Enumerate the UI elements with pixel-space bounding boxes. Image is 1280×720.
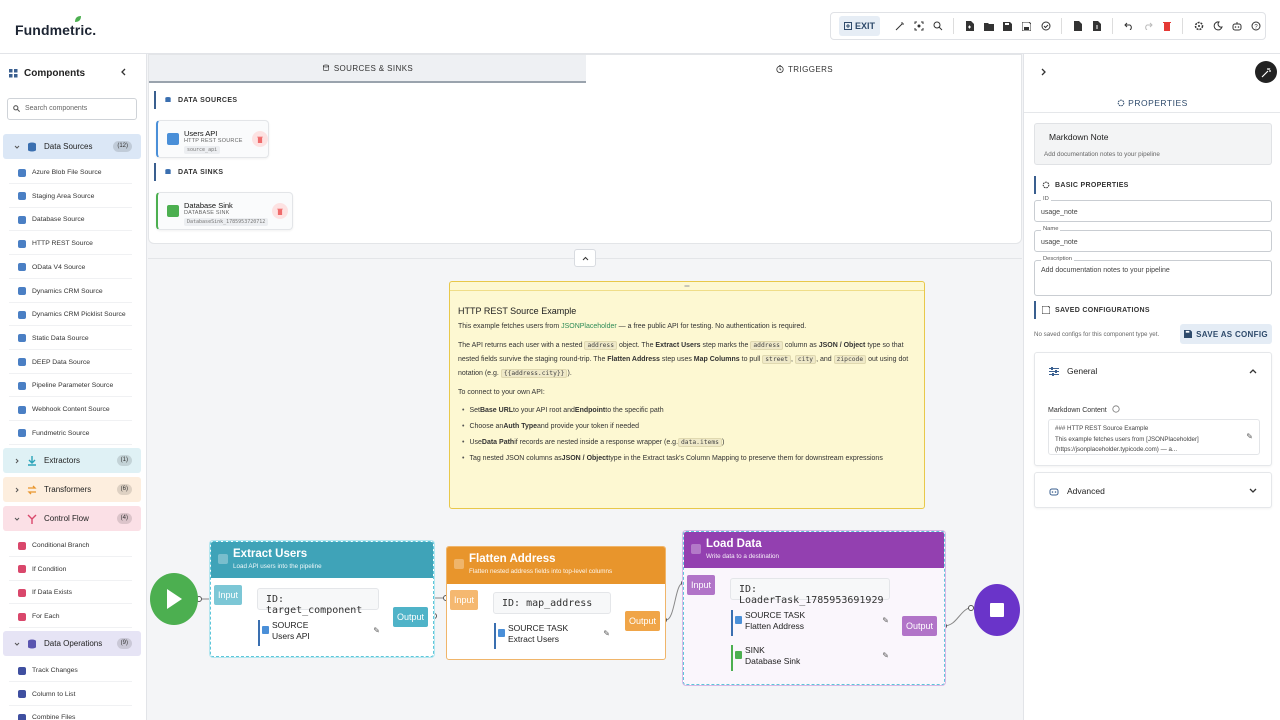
ref-value: Flatten Address <box>745 621 805 631</box>
edit-icon[interactable]: ✎ <box>882 650 889 661</box>
field-value: usage_note <box>1041 209 1078 216</box>
properties-title-text: PROPERTIES <box>1128 98 1188 108</box>
field-value: Add documentation notes to your pipeline <box>1041 267 1170 274</box>
help-icon <box>1112 405 1120 413</box>
save-as-config-button[interactable]: SAVE AS CONFIG <box>1180 324 1272 344</box>
source-reference[interactable]: SOURCE Users API ✎ <box>258 620 380 646</box>
node-subtitle: Write data to a destination <box>706 553 780 560</box>
accordion-label: Advanced <box>1067 486 1105 496</box>
edit-icon[interactable]: ✎ <box>603 628 610 639</box>
node-subtitle: Load API users into the pipeline <box>233 563 322 570</box>
upload-icon <box>691 544 701 554</box>
field-value: usage_note <box>1041 239 1078 246</box>
component-description: Add documentation notes to your pipeline <box>1044 151 1160 158</box>
input-port[interactable]: Input <box>214 585 243 605</box>
source-task-reference[interactable]: SOURCE TASK Extract Users ✎ <box>494 623 610 649</box>
node-header: Load Data Write data to a destination <box>684 532 944 568</box>
field-label: ID <box>1041 196 1051 202</box>
output-port[interactable]: Output <box>393 607 429 627</box>
output-port[interactable]: Output <box>902 616 938 636</box>
node-id-field: ID: map_address <box>493 592 611 614</box>
ref-label: SINK <box>745 645 765 655</box>
markdown-content-preview[interactable]: ### HTTP REST Source Example This exampl… <box>1048 419 1260 455</box>
markdown-line: ### HTTP REST Source Example <box>1055 425 1149 432</box>
edit-icon[interactable]: ✎ <box>1246 432 1253 443</box>
input-port[interactable]: Input <box>687 575 716 595</box>
task-icon <box>735 616 742 624</box>
database-icon <box>735 651 742 659</box>
name-field[interactable]: Name usage_note <box>1034 226 1272 252</box>
field-label: Name <box>1041 226 1061 232</box>
section-label: SAVED CONFIGURATIONS <box>1055 306 1150 314</box>
ref-value: Extract Users <box>508 634 560 644</box>
sliders-icon <box>1049 366 1059 376</box>
section-label: BASIC PROPERTIES <box>1055 181 1129 189</box>
play-icon <box>167 589 182 609</box>
description-field[interactable]: Description Add documentation notes to y… <box>1034 256 1272 296</box>
node-header: Flatten Address Flatten nested address f… <box>447 547 665 584</box>
node-id-field: ID: target_component <box>257 588 379 616</box>
chevron-right-icon[interactable] <box>1041 68 1047 76</box>
properties-title: PROPERTIES <box>1024 98 1280 108</box>
function-icon <box>454 559 464 569</box>
field-label: Description <box>1041 256 1074 262</box>
component-title: Markdown Note <box>1049 132 1109 142</box>
start-node[interactable] <box>150 573 198 625</box>
advanced-accordion: Advanced <box>1034 472 1272 508</box>
advanced-accordion-header[interactable]: Advanced <box>1035 473 1271 509</box>
markdown-content-label: Markdown Content <box>1048 405 1120 414</box>
node-subtitle: Flatten nested address fields into top-l… <box>469 568 613 575</box>
component-info-card: Markdown Note Add documentation notes to… <box>1034 123 1272 165</box>
node-header: Extract Users Load API users into the pi… <box>211 542 433 578</box>
edit-icon[interactable]: ✎ <box>373 625 380 636</box>
ref-label: SOURCE TASK <box>508 623 569 633</box>
load-data-node[interactable]: Load Data Write data to a destination In… <box>683 531 945 685</box>
gear-icon <box>1117 99 1125 107</box>
basic-properties-header: BASIC PROPERTIES <box>1034 176 1272 194</box>
sink-reference[interactable]: SINK Database Sink ✎ <box>731 645 889 671</box>
node-id-field: ID: LoaderTask_1785953691929 <box>730 578 890 606</box>
saved-configurations-header: SAVED CONFIGURATIONS <box>1034 301 1272 319</box>
bot-icon <box>1049 488 1059 495</box>
gear-icon <box>1042 181 1050 189</box>
divider <box>1024 112 1280 113</box>
id-field[interactable]: ID usage_note <box>1034 196 1272 222</box>
download-icon <box>218 554 228 564</box>
save-button-label: SAVE AS CONFIG <box>1196 329 1268 339</box>
stop-icon <box>990 603 1004 617</box>
globe-icon <box>262 626 269 634</box>
flatten-address-node[interactable]: Flatten Address Flatten nested address f… <box>446 546 666 660</box>
chevron-down-icon <box>1249 488 1257 493</box>
markdown-line: This example fetches users from [JSONPla… <box>1055 435 1199 443</box>
output-port[interactable]: Output <box>625 611 661 631</box>
node-title: Load Data <box>706 538 762 550</box>
markdown-line: (https://jsonplaceholder.typicode.com) —… <box>1055 446 1178 453</box>
magic-wand-button[interactable] <box>1255 61 1277 83</box>
extract-users-node[interactable]: Extract Users Load API users into the pi… <box>210 541 434 657</box>
end-node[interactable] <box>974 584 1020 636</box>
ref-label: SOURCE <box>272 620 309 630</box>
general-accordion-header[interactable]: General <box>1035 353 1271 389</box>
edit-icon[interactable]: ✎ <box>882 615 889 626</box>
task-icon <box>498 629 505 637</box>
input-port[interactable]: Input <box>450 590 479 610</box>
no-configs-text: No saved configs for this component type… <box>1034 331 1160 338</box>
ref-value: Database Sink <box>745 656 801 666</box>
chevron-up-icon <box>1249 369 1257 374</box>
save-icon <box>1184 330 1193 338</box>
properties-panel: PROPERTIES Markdown Note Add documentati… <box>1023 54 1280 720</box>
node-title: Flatten Address <box>469 553 556 565</box>
general-accordion: General Markdown Content ### HTTP REST S… <box>1034 352 1272 466</box>
ref-value: Users API <box>272 631 310 641</box>
ref-label: SOURCE TASK <box>745 610 806 620</box>
save-icon <box>1042 306 1050 314</box>
accordion-label: General <box>1067 366 1098 376</box>
source-task-reference[interactable]: SOURCE TASK Flatten Address ✎ <box>731 610 889 636</box>
node-title: Extract Users <box>233 548 308 560</box>
magic-wand-icon <box>1261 67 1271 77</box>
